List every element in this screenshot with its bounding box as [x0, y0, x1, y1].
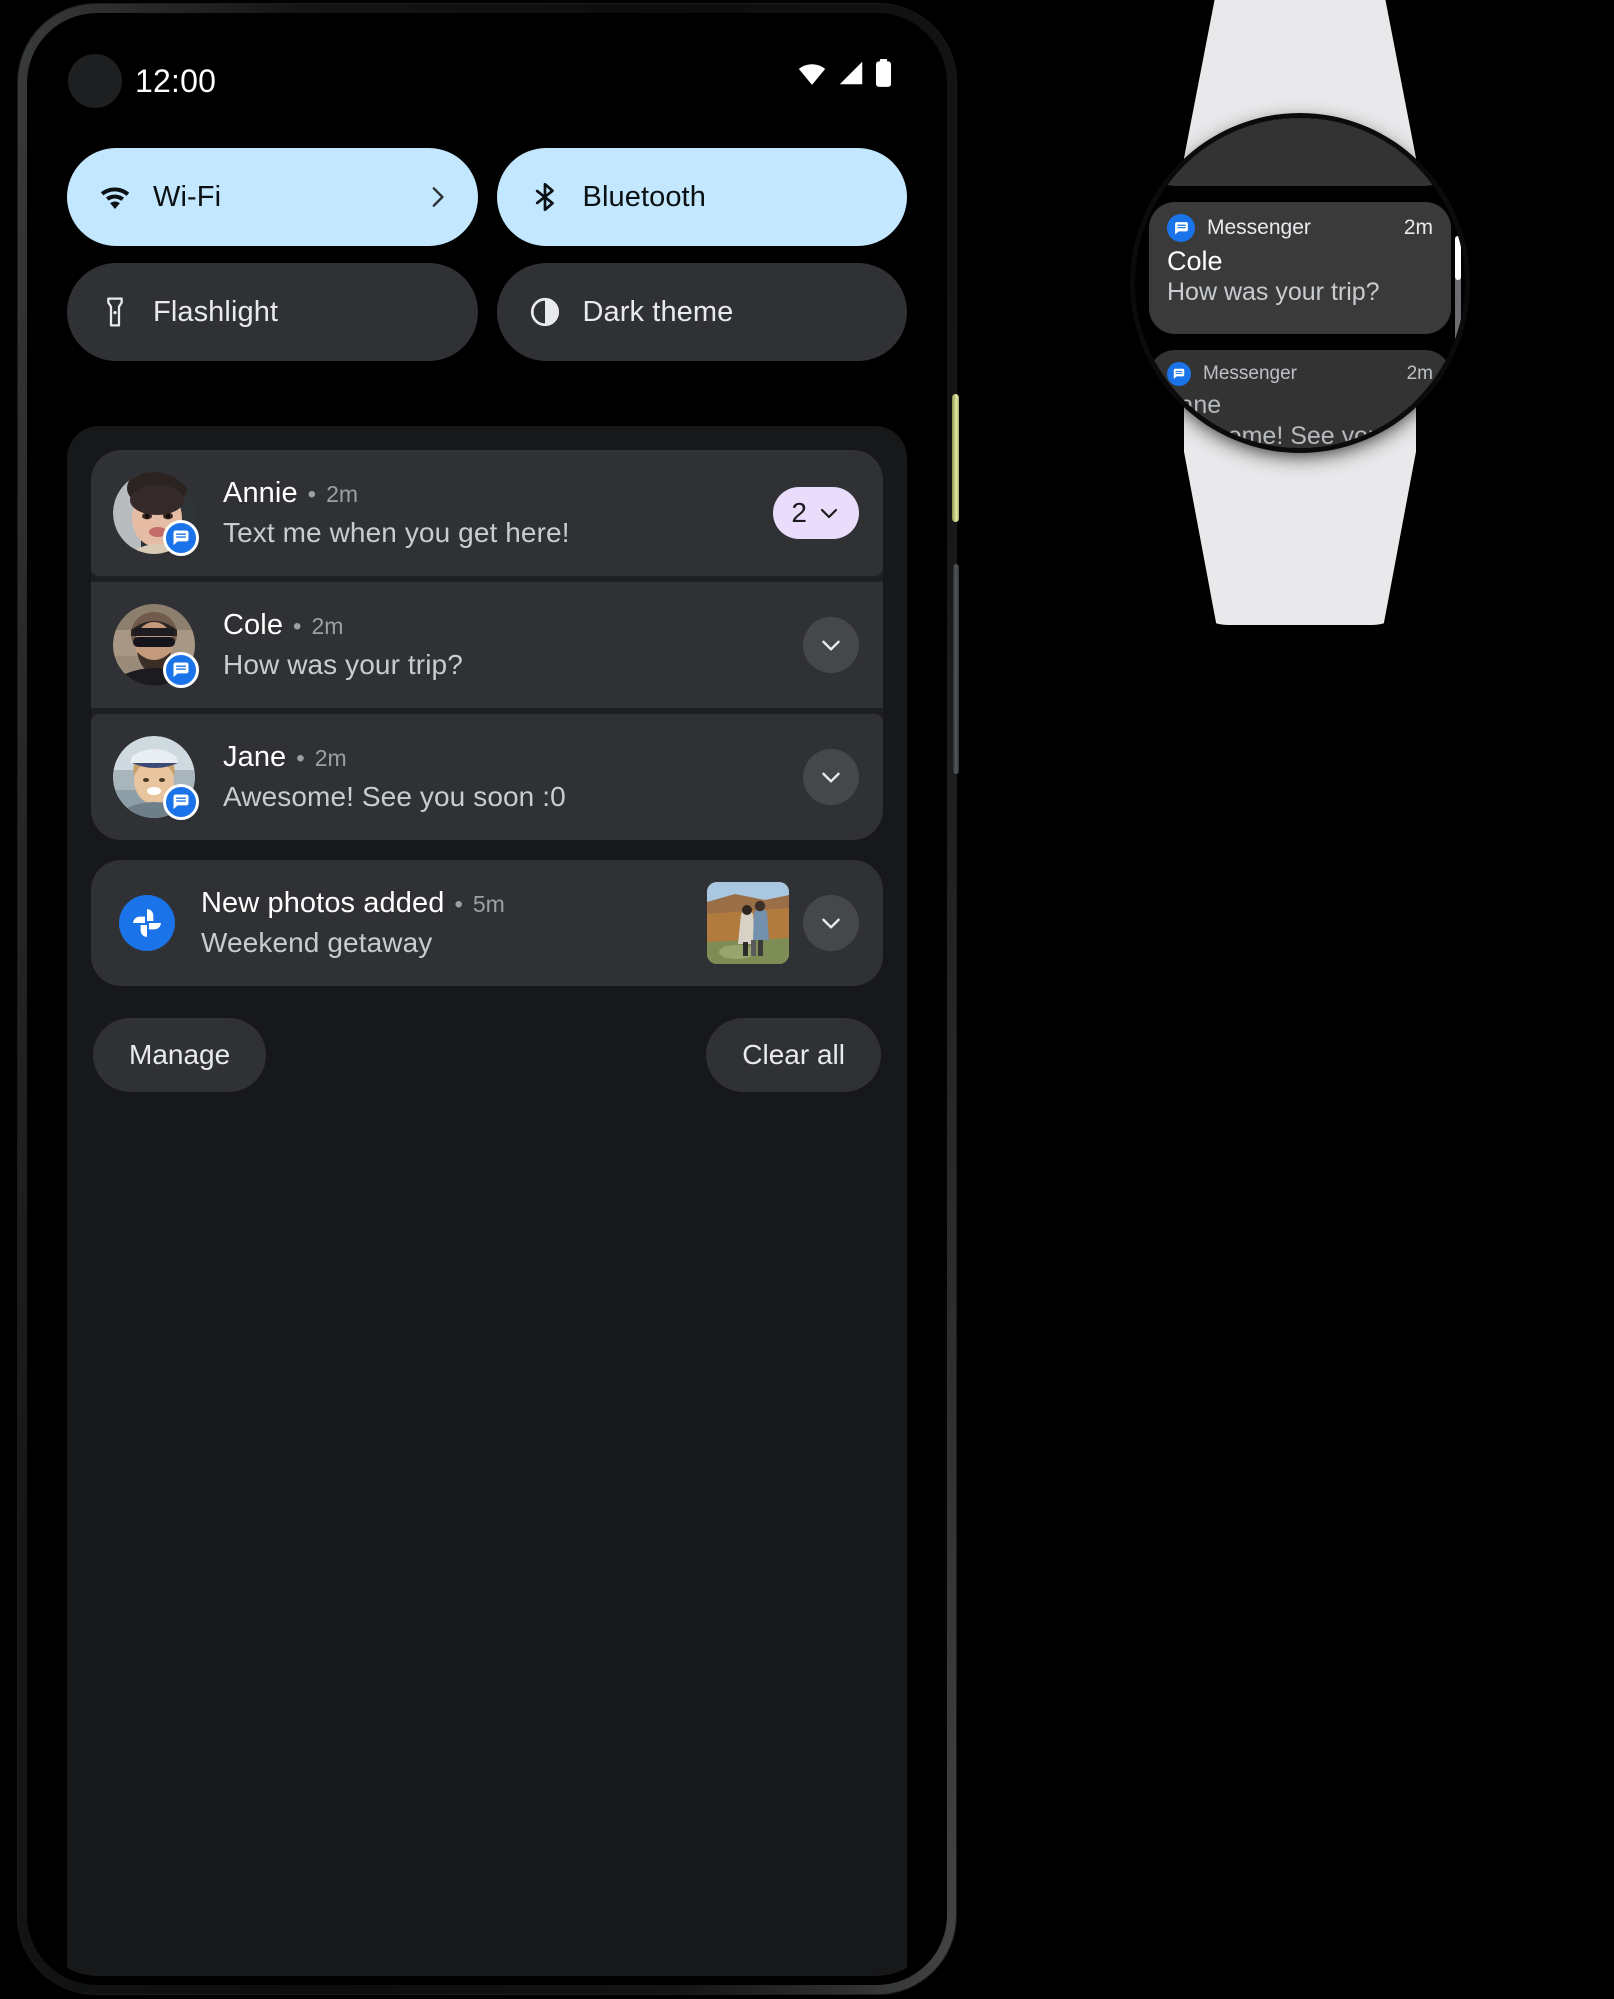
notification-timestamp: 2m: [326, 481, 359, 507]
quick-tile-bluetooth[interactable]: Bluetooth: [496, 148, 907, 246]
watch-notification-message: Awesome! See you soon :0: [1167, 421, 1382, 449]
separator-dot: •: [296, 745, 305, 772]
notification-expand-button[interactable]: [803, 895, 859, 951]
quick-tile-dark-theme[interactable]: Dark theme: [496, 263, 907, 361]
battery-icon: [875, 59, 892, 87]
notification-content: Jane • 2m Awesome! See you soon :0: [223, 741, 789, 813]
avatar: [113, 472, 199, 556]
notification-expand-button[interactable]: [803, 617, 859, 673]
watch-notification-message: Text me when you get here!: [1167, 118, 1224, 138]
messages-icon: [1167, 362, 1191, 386]
flashlight-icon: [97, 294, 133, 330]
quick-tile-label: Dark theme: [582, 295, 734, 328]
notification-message: Text me when you get here!: [223, 517, 570, 548]
status-bar-clock: 12:00: [135, 63, 217, 99]
quick-tile-flashlight[interactable]: Flashlight: [67, 263, 478, 361]
chevron-down-icon: [820, 508, 838, 519]
front-camera-punch-hole: [68, 54, 122, 108]
watch-notification-sender: Cole: [1167, 246, 1223, 276]
watch-app-name: Messenger: [1203, 363, 1297, 384]
chevron-right-icon[interactable]: [424, 184, 450, 210]
bluetooth-icon: [527, 179, 563, 215]
chevron-down-icon: [822, 772, 840, 783]
manage-button[interactable]: Manage: [93, 1018, 267, 1092]
notification-timestamp: 5m: [472, 891, 505, 917]
quick-tile-label: Wi-Fi: [153, 180, 222, 213]
notification-timestamp: 2m: [311, 613, 344, 639]
notification-thumbnail[interactable]: [707, 882, 789, 964]
notification-sender: Cole: [223, 609, 284, 641]
wifi-icon: [97, 179, 133, 215]
notification-sender: Annie: [223, 477, 298, 509]
smartwatch-device: Text me when you get here! Messenger: [1060, 0, 1540, 625]
notification-header: New photos added • 5m: [201, 887, 697, 920]
watch-scrollbar-thumb[interactable]: [1455, 236, 1461, 280]
chevron-down-icon: [822, 640, 840, 651]
notification-content: New photos added • 5m Weekend getaway: [201, 887, 697, 959]
dark-theme-icon: [527, 294, 563, 330]
notification-row[interactable]: Cole • 2m How was your trip?: [91, 582, 883, 708]
separator-dot: •: [454, 891, 463, 918]
watch-notification-card[interactable]: Messenger 2m Cole How was your trip?: [1149, 202, 1451, 334]
messages-icon: [1167, 214, 1195, 242]
separator-dot: •: [307, 481, 317, 508]
messages-icon: [163, 520, 199, 556]
status-bar-icons: [797, 58, 892, 88]
phone-device: 12:00 Wi-Fi Bluetooth Flashlight Dark th…: [18, 4, 959, 1994]
notification-group-messages: Annie • 2m Text me when you get here! 2: [91, 450, 883, 840]
watch-case: Text me when you get here! Messenger: [1135, 118, 1465, 448]
watch-screen: Text me when you get here! Messenger: [1135, 118, 1465, 448]
watch-notification-header: Messenger 2m: [1167, 214, 1433, 242]
notification-expand-button[interactable]: [803, 749, 859, 805]
notification-content: Cole • 2m How was your trip?: [223, 609, 789, 681]
quick-settings-row-2: Flashlight Dark theme: [67, 263, 907, 361]
watch-notification-timestamp: 2m: [1406, 363, 1433, 384]
notification-timestamp: 2m: [314, 745, 347, 771]
notification-content: Annie • 2m Text me when you get here!: [223, 477, 759, 549]
scene: 12:00 Wi-Fi Bluetooth Flashlight Dark th…: [0, 0, 1614, 1999]
phone-volume-button[interactable]: [953, 564, 959, 774]
notification-header: Jane • 2m: [223, 741, 789, 774]
wifi-icon: [798, 64, 826, 85]
phone-screen: 12:00 Wi-Fi Bluetooth Flashlight Dark th…: [36, 22, 938, 1976]
notification-sender: New photos added: [201, 887, 445, 919]
phone-power-button[interactable]: [952, 394, 959, 522]
signal-icon: [839, 61, 863, 85]
chevron-down-icon: [822, 918, 840, 929]
notification-row[interactable]: Annie • 2m Text me when you get here! 2: [91, 450, 883, 576]
quick-settings-panel: Wi-Fi Bluetooth Flashlight Dark theme: [67, 148, 907, 378]
quick-settings-row-1: Wi-Fi Bluetooth: [67, 148, 907, 246]
watch-notification-sender: Jane: [1167, 391, 1222, 419]
watch-notification-card-partial-bottom[interactable]: Messenger 2m Jane Awesome! See you soon …: [1149, 350, 1451, 448]
watch-notification-timestamp: 2m: [1403, 216, 1433, 239]
notification-shade: Annie • 2m Text me when you get here! 2: [67, 426, 907, 1976]
watch-notification-card-partial-top[interactable]: Text me when you get here!: [1149, 118, 1451, 186]
quick-tile-label: Bluetooth: [582, 180, 706, 213]
watch-notification-header: Messenger 2m: [1167, 362, 1433, 386]
notification-message: How was your trip?: [223, 649, 463, 680]
notification-row[interactable]: Jane • 2m Awesome! See you soon :0: [91, 714, 883, 840]
shade-action-bar: Manage Clear all: [91, 1006, 883, 1092]
notification-message: Weekend getaway: [201, 927, 433, 958]
watch-notification-message: How was your trip?: [1167, 278, 1380, 307]
notification-row-photos[interactable]: New photos added • 5m Weekend getaway: [91, 860, 883, 986]
quick-tile-wifi[interactable]: Wi-Fi: [67, 148, 478, 246]
messages-icon: [163, 652, 199, 688]
status-bar: 12:00: [36, 22, 938, 134]
notification-count: 2: [791, 497, 807, 528]
clear-all-button[interactable]: Clear all: [706, 1018, 881, 1092]
notification-count-expand-pill[interactable]: 2: [773, 487, 859, 539]
avatar: [113, 604, 199, 688]
quick-tile-label: Flashlight: [153, 295, 279, 328]
avatar: [113, 736, 199, 820]
notification-message: Awesome! See you soon :0: [223, 781, 566, 812]
google-photos-icon: [119, 895, 175, 951]
notification-header: Cole • 2m: [223, 609, 789, 642]
notification-sender: Jane: [223, 741, 287, 773]
messages-icon: [163, 784, 199, 820]
separator-dot: •: [293, 613, 302, 640]
watch-app-name: Messenger: [1207, 216, 1311, 239]
notification-header: Annie • 2m: [223, 477, 759, 510]
